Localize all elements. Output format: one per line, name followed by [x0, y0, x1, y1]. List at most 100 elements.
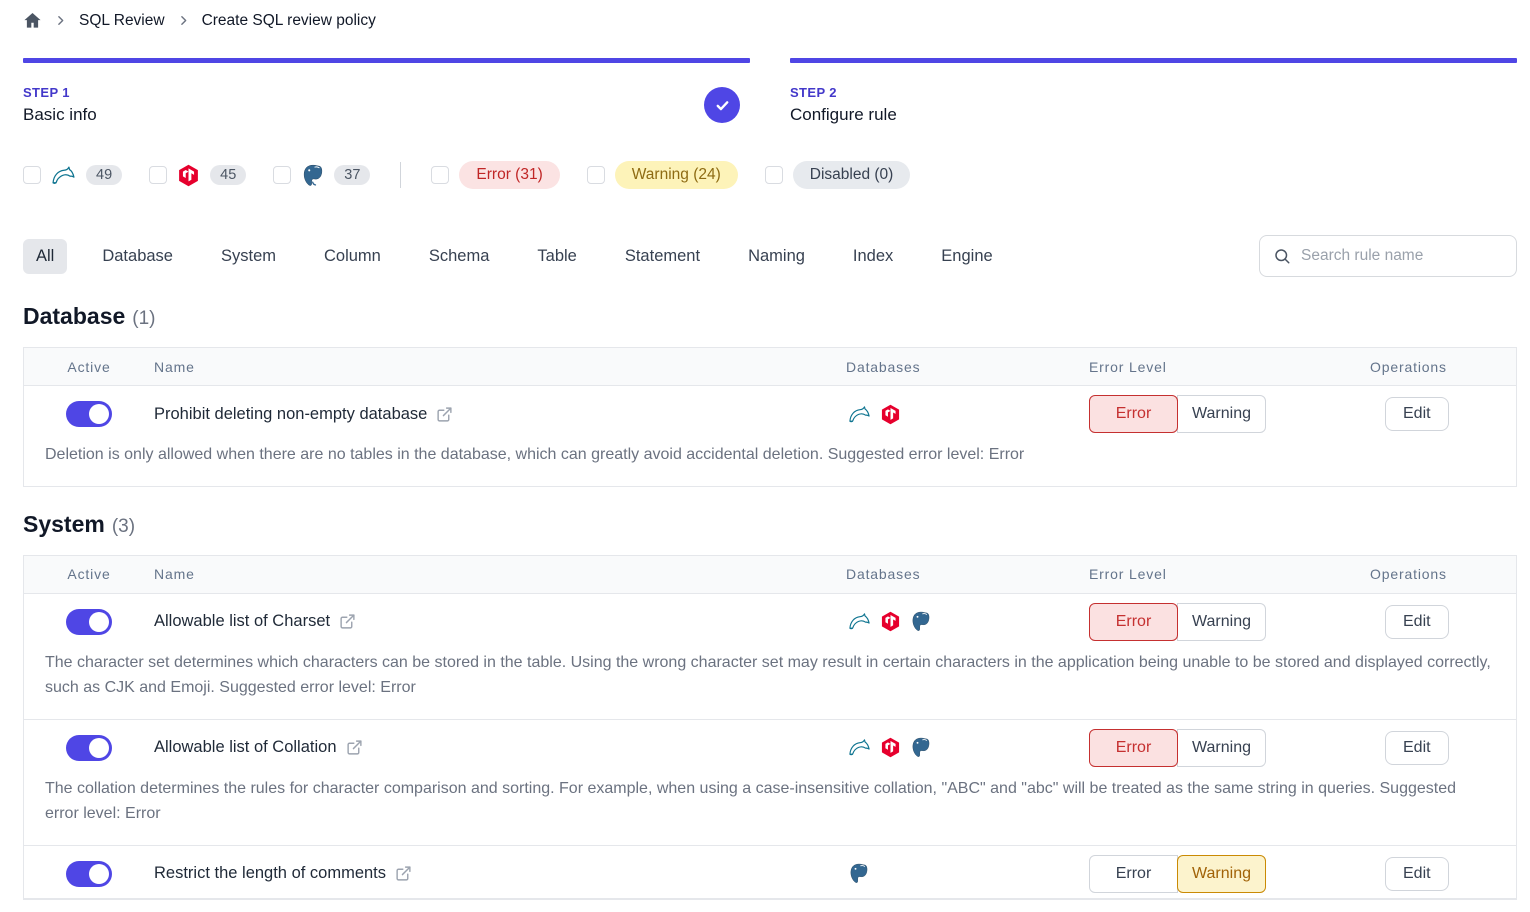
postgres-icon — [848, 863, 869, 884]
tidb-icon — [177, 164, 200, 187]
postgres-icon — [301, 164, 324, 187]
home-icon[interactable] — [23, 11, 42, 30]
external-link-icon[interactable] — [339, 613, 356, 630]
column-header-active: Active — [24, 566, 154, 582]
edit-button[interactable]: Edit — [1385, 397, 1449, 431]
error-level-warning-button[interactable]: Warning — [1177, 855, 1266, 893]
rule-description: The character set determines which chara… — [24, 646, 1516, 719]
rule-name-link[interactable]: Prohibit deleting non-empty database — [154, 405, 427, 424]
filter-bar: 49 45 37 — [23, 161, 1517, 189]
tidb-filter-checkbox[interactable] — [149, 166, 167, 184]
section-database: Database (1) Active Name Databases Error… — [23, 303, 1517, 487]
step-1-completed-check-icon — [704, 87, 740, 123]
table-header: Active Name Databases Error Level Operat… — [24, 348, 1516, 386]
tab-table[interactable]: Table — [524, 239, 589, 274]
error-level-error-button[interactable]: Error — [1089, 729, 1178, 767]
tab-database[interactable]: Database — [89, 239, 186, 274]
rule-active-toggle[interactable] — [66, 609, 112, 635]
edit-button[interactable]: Edit — [1385, 605, 1449, 639]
step-2-progress-bar — [790, 58, 1517, 63]
error-level-toggle-group: Error Warning — [1089, 855, 1370, 893]
external-link-icon[interactable] — [346, 739, 363, 756]
rule-description: Deletion is only allowed when there are … — [24, 438, 1516, 486]
filter-disabled: Disabled (0) — [765, 161, 911, 189]
step-2-label: STEP 2 — [790, 85, 897, 100]
table-row: Allowable list of Collation — [24, 720, 1516, 772]
filter-postgres: 37 — [273, 164, 370, 187]
column-header-operations: Operations — [1370, 566, 1516, 582]
category-tabs-row: All Database System Column Schema Table … — [23, 235, 1517, 277]
step-1: STEP 1 Basic info — [23, 58, 750, 125]
search-rule-box — [1259, 235, 1517, 277]
tab-schema[interactable]: Schema — [416, 239, 503, 274]
error-level-toggle-group: Error Warning — [1089, 729, 1370, 767]
database-rule-table: Active Name Databases Error Level Operat… — [23, 347, 1517, 487]
warning-filter-pill[interactable]: Warning (24) — [615, 161, 738, 189]
step-1-progress-bar — [23, 58, 750, 63]
create-sql-review-policy-page: SQL Review Create SQL review policy STEP… — [0, 0, 1530, 900]
postgres-filter-checkbox[interactable] — [273, 166, 291, 184]
section-system-count: (3) — [112, 516, 135, 538]
column-header-operations: Operations — [1370, 359, 1516, 375]
stepper: STEP 1 Basic info STEP 2 Configure rule — [23, 58, 1517, 125]
error-level-warning-button[interactable]: Warning — [1177, 729, 1266, 767]
rule-name-link[interactable]: Restrict the length of comments — [154, 864, 386, 883]
disabled-filter-pill[interactable]: Disabled (0) — [793, 161, 911, 189]
edit-button[interactable]: Edit — [1385, 857, 1449, 891]
rule-allowable-list-of-collation: Allowable list of Collation — [24, 720, 1516, 846]
tab-column[interactable]: Column — [311, 239, 394, 274]
search-rule-input[interactable] — [1301, 247, 1503, 265]
section-system-title: System — [23, 511, 105, 538]
mysql-filter-checkbox[interactable] — [23, 166, 41, 184]
tidb-icon — [880, 737, 901, 758]
step-2-title: Configure rule — [790, 105, 897, 125]
tab-index[interactable]: Index — [840, 239, 906, 274]
breadcrumb-current-page: Create SQL review policy — [202, 12, 376, 30]
mysql-icon — [848, 736, 871, 759]
error-level-warning-button[interactable]: Warning — [1177, 395, 1266, 433]
tab-statement[interactable]: Statement — [612, 239, 713, 274]
warning-filter-checkbox[interactable] — [587, 166, 605, 184]
disabled-filter-checkbox[interactable] — [765, 166, 783, 184]
filter-divider — [400, 162, 401, 188]
column-header-databases: Databases — [846, 566, 1089, 582]
table-row: Allowable list of Charset — [24, 594, 1516, 646]
rule-name-link[interactable]: Allowable list of Charset — [154, 612, 330, 631]
error-level-warning-button[interactable]: Warning — [1177, 603, 1266, 641]
rule-name-link[interactable]: Allowable list of Collation — [154, 738, 337, 757]
table-header: Active Name Databases Error Level Operat… — [24, 556, 1516, 594]
external-link-icon[interactable] — [436, 406, 453, 423]
mysql-count-badge: 49 — [86, 165, 122, 185]
column-header-databases: Databases — [846, 359, 1089, 375]
rule-description: The collation determines the rules for c… — [24, 772, 1516, 845]
mysql-icon — [51, 163, 76, 188]
postgres-icon — [910, 737, 931, 758]
filter-mysql: 49 — [23, 163, 122, 188]
tidb-count-badge: 45 — [210, 165, 246, 185]
error-level-error-button[interactable]: Error — [1089, 603, 1178, 641]
tab-all[interactable]: All — [23, 239, 67, 274]
step-1-label: STEP 1 — [23, 85, 97, 100]
tab-naming[interactable]: Naming — [735, 239, 818, 274]
tab-engine[interactable]: Engine — [928, 239, 1005, 274]
postgres-count-badge: 37 — [334, 165, 370, 185]
tab-system[interactable]: System — [208, 239, 289, 274]
column-header-error-level: Error Level — [1089, 566, 1370, 582]
external-link-icon[interactable] — [395, 865, 412, 882]
error-filter-checkbox[interactable] — [431, 166, 449, 184]
rule-restrict-the-length-of-comments: Restrict the length of comments Error — [24, 846, 1516, 899]
error-level-toggle-group: Error Warning — [1089, 603, 1370, 641]
error-level-error-button[interactable]: Error — [1089, 855, 1178, 893]
rule-active-toggle[interactable] — [66, 735, 112, 761]
postgres-icon — [910, 611, 931, 632]
column-header-name: Name — [154, 566, 846, 582]
error-filter-pill[interactable]: Error (31) — [459, 161, 559, 189]
error-level-error-button[interactable]: Error — [1089, 395, 1178, 433]
rule-active-toggle[interactable] — [66, 861, 112, 887]
edit-button[interactable]: Edit — [1385, 731, 1449, 765]
rule-active-toggle[interactable] — [66, 401, 112, 427]
breadcrumb-chevron-icon — [177, 14, 190, 27]
system-rule-table: Active Name Databases Error Level Operat… — [23, 555, 1517, 900]
breadcrumb-sql-review[interactable]: SQL Review — [79, 12, 165, 30]
step-1-title: Basic info — [23, 105, 97, 125]
